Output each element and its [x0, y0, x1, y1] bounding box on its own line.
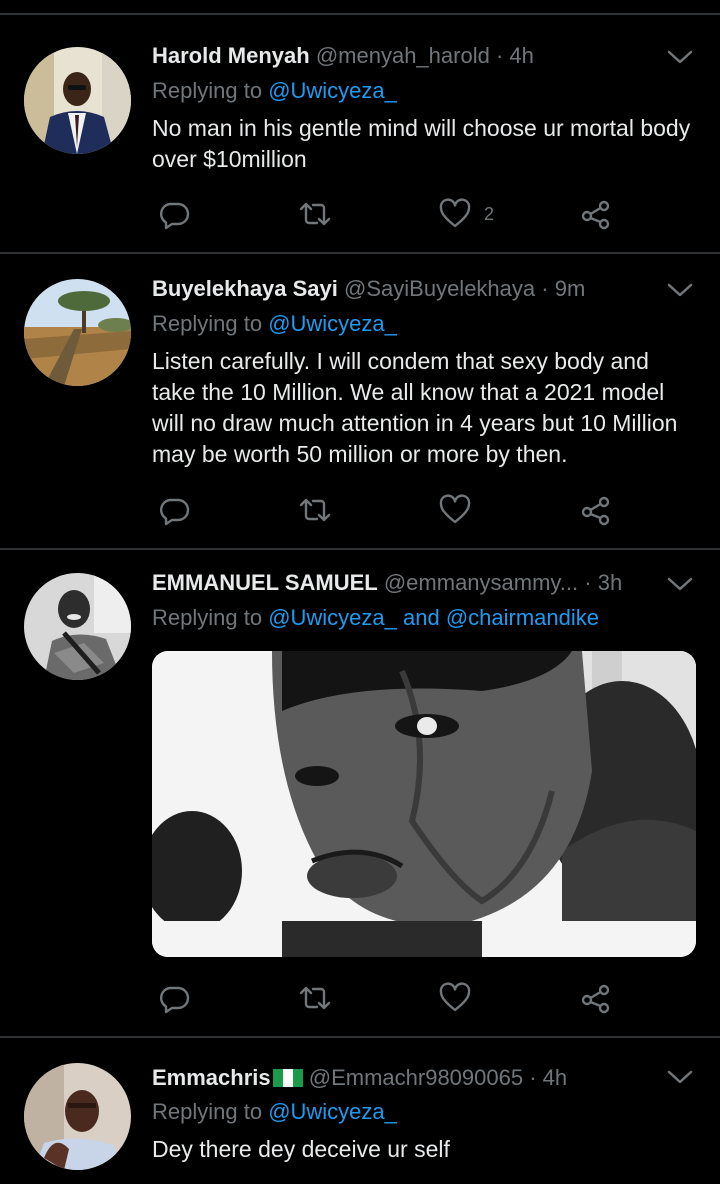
- top-divider: [0, 13, 720, 15]
- avatar[interactable]: [24, 279, 131, 386]
- avatar[interactable]: [24, 1063, 131, 1170]
- retweet-icon: [299, 498, 331, 522]
- like-button[interactable]: 2: [438, 194, 494, 234]
- reply-icon: [159, 986, 190, 1014]
- divider: [0, 252, 720, 254]
- timestamp: · 4h: [495, 43, 534, 68]
- retweet-icon: [299, 202, 331, 226]
- share-icon: [581, 496, 610, 526]
- share-button[interactable]: [579, 490, 613, 530]
- reply-button[interactable]: [157, 194, 191, 234]
- display-name[interactable]: Buyelekhaya Sayi: [152, 276, 338, 301]
- mention-link[interactable]: @Uwicyeza_: [268, 1099, 397, 1124]
- tweet-text: Dey there dey deceive ur self: [152, 1136, 450, 1162]
- share-icon: [581, 984, 610, 1014]
- timestamp: · 9m: [541, 276, 586, 301]
- reply-button[interactable]: [157, 490, 191, 530]
- user-handle[interactable]: @menyah_harold: [316, 43, 490, 68]
- like-count: 2: [484, 203, 495, 224]
- divider: [0, 1036, 720, 1038]
- share-button[interactable]: [579, 194, 613, 234]
- mention-link[interactable]: @Uwicyeza_: [268, 311, 397, 336]
- heart-icon: [439, 198, 471, 228]
- avatar[interactable]: [24, 47, 131, 154]
- mention-link[interactable]: @Uwicyeza_: [268, 605, 397, 630]
- chevron-down-icon[interactable]: [666, 573, 694, 595]
- reply-icon: [159, 498, 190, 526]
- reply-icon: [159, 202, 190, 230]
- action-bar: [0, 978, 720, 1018]
- display-name[interactable]: EMMANUEL SAMUEL: [152, 570, 378, 595]
- user-handle[interactable]: @emmanysammy...: [384, 570, 578, 595]
- replying-to: Replying to @Uwicyeza_: [152, 1099, 397, 1124]
- tweet-text: Listen carefully. I will condem that sex…: [152, 348, 678, 467]
- chevron-down-icon[interactable]: [666, 1066, 694, 1088]
- retweet-button[interactable]: [298, 978, 332, 1018]
- timestamp: · 4h: [529, 1065, 568, 1090]
- mention-link[interactable]: @Uwicyeza_: [268, 78, 397, 103]
- like-button[interactable]: [438, 978, 472, 1018]
- like-button[interactable]: [438, 490, 472, 530]
- reply-button[interactable]: [157, 978, 191, 1018]
- replying-to: Replying to @Uwicyeza_: [152, 311, 397, 336]
- mention-link[interactable]: @chairmandike: [446, 605, 599, 630]
- tweet-header: Buyelekhaya Sayi @SayiBuyelekhaya · 9m: [152, 275, 585, 303]
- heart-icon: [439, 494, 471, 524]
- tweet-header: Emmachris @Emmachr98090065 · 4h: [152, 1064, 567, 1092]
- action-bar: [0, 490, 720, 530]
- retweet-button[interactable]: [298, 490, 332, 530]
- timestamp: · 3h: [584, 570, 623, 595]
- divider: [0, 548, 720, 550]
- retweet-icon: [299, 986, 331, 1010]
- user-handle[interactable]: @SayiBuyelekhaya: [344, 276, 535, 301]
- share-button[interactable]: [579, 978, 613, 1018]
- user-handle[interactable]: @Emmachr98090065: [309, 1065, 523, 1090]
- avatar[interactable]: [24, 573, 131, 680]
- display-name[interactable]: Harold Menyah: [152, 43, 310, 68]
- retweet-button[interactable]: [298, 194, 332, 234]
- tweet-image[interactable]: [152, 651, 696, 957]
- replying-to: Replying to @Uwicyeza_ and @chairmandike: [152, 605, 600, 630]
- nigeria-flag-icon: [272, 1069, 303, 1087]
- action-bar: 2: [0, 194, 720, 234]
- tweet-header: EMMANUEL SAMUEL @emmanysammy... · 3h: [152, 569, 622, 597]
- tweet-text: No man in his gentle mind will choose ur…: [152, 115, 691, 172]
- share-icon: [581, 200, 610, 230]
- replying-to: Replying to @Uwicyeza_: [152, 78, 397, 103]
- heart-icon: [439, 982, 471, 1012]
- display-name[interactable]: Emmachris: [152, 1065, 271, 1090]
- chevron-down-icon[interactable]: [666, 46, 694, 68]
- tweet-header: Harold Menyah @menyah_harold · 4h: [152, 42, 534, 70]
- chevron-down-icon[interactable]: [666, 279, 694, 301]
